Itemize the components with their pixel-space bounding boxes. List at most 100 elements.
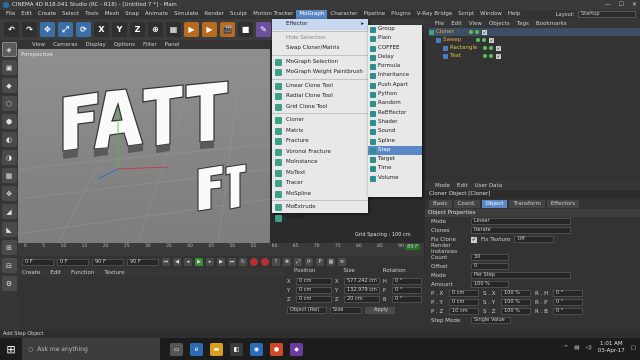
attribute-value-clones[interactable]: Iterate — [471, 227, 571, 234]
tab-effectors[interactable]: Effectors — [546, 200, 580, 208]
transform-field[interactable]: 100 % — [501, 290, 531, 297]
menu-render[interactable]: Render — [201, 10, 227, 19]
tab-basic[interactable]: Basic — [429, 200, 452, 208]
transform-field[interactable]: 100 % — [501, 308, 531, 315]
loop-button[interactable]: ↻ — [239, 258, 247, 266]
effector-item-spline[interactable]: Spline — [368, 137, 422, 146]
effector-item-random[interactable]: Random — [368, 99, 422, 108]
attribute-value-fix-clone[interactable]: ✔ — [471, 236, 477, 243]
mograph-item-moinstance[interactable]: MoInstance — [272, 157, 368, 168]
visibility-dot-icon[interactable] — [483, 46, 487, 50]
coord-size-field[interactable]: 577.242 cm — [344, 278, 380, 285]
mograph-item-hide-selection[interactable]: Hide Selection — [272, 33, 368, 44]
mograph-item-radial-clone-tool[interactable]: Radial Clone Tool — [272, 91, 368, 102]
coord-position-field[interactable]: 0 cm — [296, 278, 332, 285]
object-menu-file[interactable]: File — [435, 21, 444, 27]
mograph-item-grid-clone-tool[interactable]: Grid Clone Tool — [272, 102, 368, 113]
edge-browser-icon[interactable]: e — [190, 342, 203, 356]
visibility-dot-icon[interactable] — [483, 54, 487, 58]
material-menu-create[interactable]: Create — [22, 270, 40, 276]
effector-item-push-apart[interactable]: Push Apart — [368, 81, 422, 90]
menu-simulate[interactable]: Simulate — [171, 10, 201, 19]
toolbar-button-7[interactable]: Z — [130, 22, 145, 37]
cinema4d-taskbar-icon[interactable]: ◉ — [250, 342, 263, 356]
autokey-button[interactable] — [261, 258, 269, 266]
menu-mesh[interactable]: Mesh — [102, 10, 122, 19]
play-button[interactable]: ▶ — [195, 258, 203, 266]
left-tool-1[interactable]: ▣ — [1, 60, 17, 75]
render-dot-icon[interactable] — [489, 54, 493, 58]
toolbar-button-14[interactable]: ✎ — [256, 22, 271, 37]
effector-item-reeffector[interactable]: ReEffector — [368, 109, 422, 118]
next-key-button[interactable]: ▶ — [217, 258, 225, 266]
effector-item-delay[interactable]: Delay — [368, 53, 422, 62]
effector-item-inheritance[interactable]: Inheritance — [368, 71, 422, 80]
left-tool-13[interactable]: ⚙ — [1, 276, 17, 291]
mograph-item-mograph-weight-paintbrush[interactable]: MoGraph Weight Paintbrush — [272, 67, 368, 78]
search-box[interactable]: ○ Ask me anything — [22, 338, 160, 360]
menu-animate[interactable]: Animate — [142, 10, 171, 19]
viewport-menu-view[interactable]: View — [32, 42, 45, 48]
menu-mograph[interactable]: MoGraph — [296, 10, 328, 19]
menu-pipeline[interactable]: Pipeline — [361, 10, 389, 19]
object-menu-bookmarks[interactable]: Bookmarks — [536, 21, 567, 27]
keyframe-selection-button[interactable]: ? — [272, 258, 280, 266]
menu-v-ray-bridge[interactable]: V-Ray Bridge — [414, 10, 455, 19]
transform-field[interactable]: 0 ° — [553, 290, 583, 297]
menu-motion-tracker[interactable]: Motion Tracker — [250, 10, 296, 19]
coord-position-field[interactable]: 0 cm — [296, 287, 332, 294]
mograph-item-tracer[interactable]: Tracer — [272, 178, 368, 189]
menu-file[interactable]: File — [3, 10, 18, 19]
effector-item-group[interactable]: Group — [368, 25, 422, 34]
start-frame-field[interactable]: 0 F — [22, 258, 54, 266]
toolbar-button-3[interactable]: ⤢ — [58, 22, 73, 37]
menu-script[interactable]: Script — [455, 10, 477, 19]
menu-snap[interactable]: Snap — [122, 10, 142, 19]
transform-field[interactable]: 100 % — [501, 299, 531, 306]
material-menu-function[interactable]: Function — [71, 270, 94, 276]
record-button[interactable] — [250, 258, 258, 266]
layout-dropdown[interactable]: Startup — [578, 11, 636, 18]
attribute-value-mode[interactable]: Per Step — [471, 272, 571, 279]
object-menu-view[interactable]: View — [469, 21, 482, 27]
maximize-button[interactable]: ☐ — [619, 1, 624, 8]
app-icon[interactable]: ◆ — [290, 342, 303, 356]
toolbar-button-13[interactable]: ■ — [238, 22, 253, 37]
menu-character[interactable]: Character — [327, 10, 360, 19]
effector-item-volume[interactable]: Volume — [368, 174, 422, 183]
object-menu-tags[interactable]: Tags — [517, 21, 529, 27]
left-tool-12[interactable]: ⊟ — [1, 258, 17, 273]
scale-key-button[interactable]: ⤢ — [294, 258, 302, 266]
viewport-menu-options[interactable]: Options — [114, 42, 135, 48]
left-tool-7[interactable]: ▦ — [1, 168, 17, 183]
coord-rotation-field[interactable]: 0 ° — [392, 287, 422, 294]
object-menu-objects[interactable]: Objects — [489, 21, 510, 27]
timeline-menu-button[interactable]: ≡ — [338, 258, 346, 266]
viewport[interactable] — [18, 49, 270, 243]
chrome-icon[interactable]: ● — [270, 342, 283, 356]
store-icon[interactable]: ◧ — [230, 342, 243, 356]
toolbar-button-4[interactable]: ⟳ — [76, 22, 91, 37]
viewport-menu-cameras[interactable]: Cameras — [53, 42, 77, 48]
mograph-item-cloner[interactable]: Cloner — [272, 115, 368, 126]
menu-edit[interactable]: Edit — [18, 10, 35, 19]
close-button[interactable]: ✕ — [632, 1, 637, 8]
toolbar-button-6[interactable]: Y — [112, 22, 127, 37]
transform-field[interactable]: 10 cm — [449, 308, 479, 315]
effector-item-target[interactable]: Target — [368, 155, 422, 164]
transform-field[interactable]: 0 cm — [449, 299, 479, 306]
effector-item-plain[interactable]: Plain — [368, 34, 422, 43]
mograph-item-mograph-selection[interactable]: MoGraph Selection — [272, 57, 368, 68]
render-dot-icon[interactable] — [482, 38, 486, 42]
toolbar-button-9[interactable]: ▦ — [166, 22, 181, 37]
effector-item-step[interactable]: Step — [368, 145, 422, 156]
mograph-item-polyfx[interactable]: PolyFX — [272, 213, 368, 224]
mograph-item-swap-cloner-matrix[interactable]: Swap Cloner/Matrix — [272, 43, 368, 54]
mograph-item-voronoi-fracture[interactable]: Voronoi Fracture — [272, 147, 368, 158]
menu-create[interactable]: Create — [35, 10, 59, 19]
menu-plugins[interactable]: Plugins — [388, 10, 414, 19]
coord-mode-select[interactable]: Object (Rel) — [287, 307, 327, 314]
tab-transform[interactable]: Transform — [509, 200, 545, 208]
transform-field[interactable]: 0 cm — [449, 290, 479, 297]
enable-checkbox[interactable]: ✔ — [482, 29, 487, 35]
